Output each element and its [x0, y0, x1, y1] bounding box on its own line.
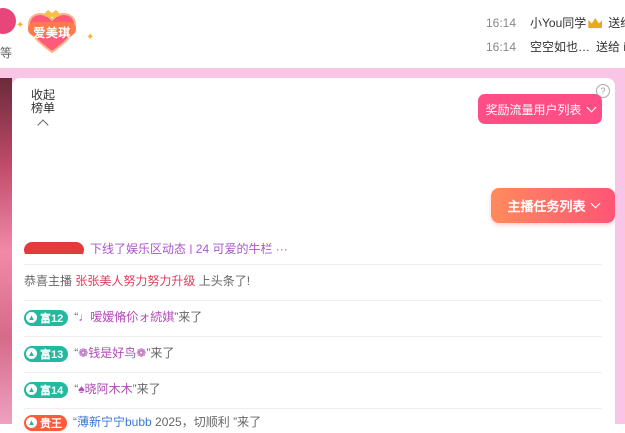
reward-button-label: 奖励流量用户列表	[485, 102, 582, 117]
divider	[24, 408, 602, 409]
fan-badge[interactable]: 爱美琪	[22, 8, 82, 54]
noble-level-badge: 贵王	[24, 414, 67, 431]
crown-icon	[588, 18, 603, 28]
chat-message[interactable]: 富14 “♠晓阿木木”来了	[24, 380, 161, 400]
level-icon	[26, 312, 37, 324]
divider	[24, 300, 602, 301]
wealth-level-badge: 富13	[24, 345, 69, 362]
chat-list[interactable]: 下线了娱乐区动态 | 24 可爱的牛栏 ··· 恭喜主播 张张美人努力努力升级 …	[12, 241, 615, 431]
top-bar: 等 ✦ 爱美琪 ✦ 16:14小You同学送给 16:14空空如也…送给 i	[0, 0, 625, 70]
video-edge	[0, 78, 12, 424]
streamer-avatar[interactable]	[0, 8, 16, 34]
chat-message[interactable]: 富12 “♩嗳嫒脩伱ォ続娸”来了	[24, 308, 202, 328]
feed-time: 16:14	[486, 40, 517, 54]
chevron-down-icon	[590, 198, 600, 209]
chevron-up-icon	[37, 119, 49, 131]
streamer-task-list-button[interactable]: 主播任务列表	[491, 188, 615, 223]
gift-feed-item[interactable]: 16:14 小You同学 送给	[486, 14, 625, 31]
level-icon	[26, 384, 37, 396]
user-name[interactable]: ♩嗳嫒脩伱ォ続娸	[78, 310, 174, 324]
task-button-label: 主播任务列表	[507, 199, 586, 214]
wealth-level-badge: 富12	[24, 309, 69, 326]
feed-user[interactable]: 小You同学	[530, 16, 586, 30]
wealth-level-badge: 富14	[24, 381, 69, 398]
level-icon	[26, 348, 37, 360]
streamer-name[interactable]: 张张美人努力努力升级	[75, 274, 195, 288]
collapse-ranking-button[interactable]: 收起 榜单	[30, 88, 56, 131]
chat-message[interactable]: 贵王 “薄新宁宁bubb 2025，切顺利 ”来了	[24, 413, 261, 433]
gift-feed-item[interactable]: 16:14 空空如也… 送给 i	[486, 38, 625, 55]
chat-message-partial: 下线了娱乐区动态 | 24 可爱的牛栏 ···	[24, 240, 602, 254]
feed-action: 送给 i	[596, 40, 625, 54]
divider	[24, 336, 602, 337]
chat-message[interactable]: 富13 “❁钱是好鸟❁”来了	[24, 344, 174, 364]
top-left-label: 等	[0, 46, 13, 60]
feed-action: 送给	[608, 16, 625, 30]
badge-label: 爱美琪	[33, 26, 71, 40]
reward-user-list-button[interactable]: 奖励流量用户列表	[478, 94, 602, 124]
user-name[interactable]: 薄新宁宁bubb	[77, 415, 152, 429]
feed-user[interactable]: 空空如也…	[530, 40, 590, 54]
sparkle-icon: ✦	[86, 32, 95, 43]
noble-badge	[24, 241, 84, 254]
chevron-down-icon	[586, 102, 596, 112]
level-icon	[26, 417, 37, 429]
user-name[interactable]: ♠晓阿木木	[78, 382, 132, 396]
divider	[24, 264, 602, 265]
user-name[interactable]: ❁钱是好鸟❁	[78, 346, 146, 360]
collapse-label: 收起 榜单	[30, 88, 55, 115]
feed-time: 16:14	[486, 16, 517, 30]
chat-message[interactable]: 恭喜主播 张张美人努力努力升级 上头条了!	[24, 272, 250, 292]
divider	[24, 372, 602, 373]
partial-text: 下线了娱乐区动态 | 24 可爱的牛栏 ···	[90, 242, 288, 254]
